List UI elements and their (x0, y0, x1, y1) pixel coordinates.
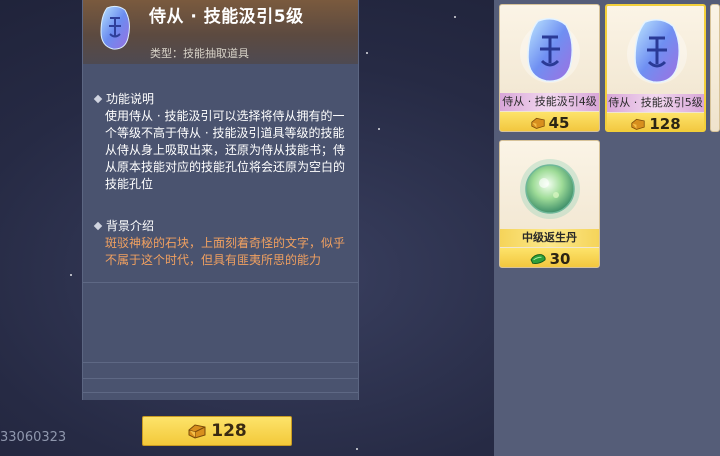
item-price-value: 30 (549, 249, 571, 268)
star (378, 128, 380, 130)
diamond-bullet-icon (93, 221, 103, 230)
gold-ingot-icon (188, 424, 206, 439)
divider (83, 392, 358, 393)
function-text: 使用侍从 · 技能汲引可以选择将侍从拥有的一个等级不高于侍从 · 技能汲引道具等… (105, 109, 346, 191)
inventory-item-card-selected[interactable]: 侍从 · 技能汲引5级 128 (605, 4, 706, 132)
inventory-panel: 侍从 · 技能汲引4级 45 侍从 · 技能汲引5级 128 中级返生丹 30 (494, 0, 720, 456)
item-title: 侍从 · 技能汲引5级 (149, 7, 304, 27)
gold-ingot-icon (631, 118, 645, 130)
green-pill-orb-icon (520, 159, 580, 219)
star (366, 52, 368, 54)
item-price: 30 (500, 248, 599, 268)
item-detail-panel: 侍从 · 技能汲引5级 类型：技能抽取道具 功能说明 使用侍从 · 技能汲引可以… (82, 0, 359, 400)
divider (83, 282, 358, 283)
divider (83, 362, 358, 363)
function-heading: 功能说明 (106, 92, 155, 106)
item-price-value: 128 (649, 114, 681, 132)
divider (83, 378, 358, 379)
item-price-value: 45 (548, 113, 570, 132)
buy-price-button[interactable]: 128 (142, 416, 292, 446)
background-heading: 背景介绍 (106, 219, 155, 233)
blue-rune-stone-icon (520, 18, 580, 83)
star (356, 448, 358, 450)
inventory-item-card[interactable]: 中级返生丹 30 (499, 140, 600, 268)
inventory-item-card-partial[interactable] (710, 4, 720, 132)
item-name: 侍从 · 技能汲引4级 (500, 93, 599, 111)
function-section: 功能说明 使用侍从 · 技能汲引可以选择将侍从拥有的一个等级不高于侍从 · 技能… (93, 90, 351, 193)
blue-rune-stone-icon (100, 5, 130, 50)
detail-header: 侍从 · 技能汲引5级 类型：技能抽取道具 (83, 0, 358, 64)
gold-ingot-icon (530, 117, 545, 129)
item-type: 类型：技能抽取道具 (150, 47, 249, 60)
star (70, 274, 72, 276)
inventory-item-card[interactable]: 侍从 · 技能汲引4级 45 (499, 4, 600, 132)
item-name: 侍从 · 技能汲引5级 (607, 94, 704, 112)
diamond-bullet-icon (93, 94, 103, 103)
blue-rune-stone-icon (627, 19, 687, 84)
item-price: 45 (500, 112, 599, 132)
buy-price-value: 128 (211, 421, 247, 441)
background-text: 斑驳神秘的石块，上面刻着奇怪的文字，似乎不属于这个时代，但具有匪夷所思的能力 (105, 236, 346, 267)
background-section: 背景介绍 斑驳神秘的石块，上面刻着奇怪的文字，似乎不属于这个时代，但具有匪夷所思… (93, 217, 351, 269)
green-jade-icon (530, 253, 546, 264)
item-name: 中级返生丹 (500, 229, 599, 247)
item-price: 128 (607, 113, 704, 132)
player-uid: 33060323 (0, 430, 67, 445)
star (454, 16, 456, 18)
